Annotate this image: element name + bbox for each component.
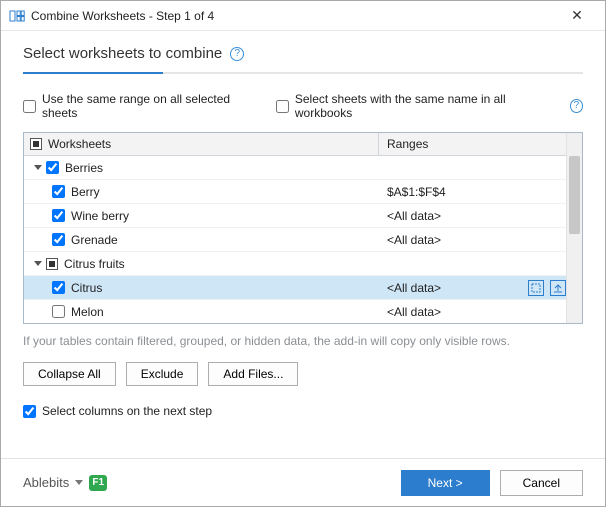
help-icon[interactable]: ? xyxy=(230,47,244,61)
table-body: Worksheets Ranges Berries xyxy=(24,133,566,323)
window-title: Combine Worksheets - Step 1 of 4 xyxy=(31,9,557,23)
worksheets-table: Worksheets Ranges Berries xyxy=(23,132,583,324)
select-columns-option[interactable]: Select columns on the next step xyxy=(23,404,583,418)
sheet-label: Melon xyxy=(71,305,104,319)
range-value: <All data> xyxy=(387,233,441,247)
sheet-label: Berry xyxy=(71,185,100,199)
exclude-button[interactable]: Exclude xyxy=(126,362,199,386)
chevron-down-icon xyxy=(75,480,83,485)
same-range-checkbox[interactable] xyxy=(23,100,36,113)
vertical-scrollbar[interactable] xyxy=(566,133,582,323)
f1-help-icon[interactable]: F1 xyxy=(89,475,107,491)
sheet-checkbox[interactable] xyxy=(52,209,65,222)
chevron-down-icon[interactable] xyxy=(34,165,42,170)
col-worksheets[interactable]: Worksheets xyxy=(24,133,379,155)
footer: Ablebits F1 Next > Cancel xyxy=(1,458,605,506)
tristate-all-icon[interactable] xyxy=(30,138,42,150)
action-buttons: Collapse All Exclude Add Files... xyxy=(23,362,583,386)
group-label: Citrus fruits xyxy=(64,257,125,271)
select-columns-checkbox[interactable] xyxy=(23,405,36,418)
brand-label: Ablebits xyxy=(23,475,69,490)
step-progress xyxy=(23,72,583,74)
same-range-label: Use the same range on all selected sheet… xyxy=(42,92,250,120)
app-icon xyxy=(9,8,25,24)
col-ranges[interactable]: Ranges xyxy=(379,133,566,155)
scrollbar-thumb[interactable] xyxy=(569,156,580,234)
expand-range-icon[interactable] xyxy=(550,280,566,296)
range-value: <All data> xyxy=(387,281,441,295)
col-worksheets-label: Worksheets xyxy=(48,137,111,151)
sheet-row[interactable]: Wine berry <All data> xyxy=(24,204,566,228)
sheet-label: Citrus xyxy=(71,281,102,295)
options-row: Use the same range on all selected sheet… xyxy=(23,92,583,120)
help-icon[interactable]: ? xyxy=(570,99,583,113)
col-ranges-label: Ranges xyxy=(387,137,428,151)
group-checkbox[interactable] xyxy=(46,161,59,174)
collapse-all-button[interactable]: Collapse All xyxy=(23,362,116,386)
hint-text: If your tables contain filtered, grouped… xyxy=(23,334,583,348)
range-value: <All data> xyxy=(387,209,441,223)
same-name-checkbox[interactable] xyxy=(276,100,289,113)
sheet-checkbox[interactable] xyxy=(52,281,65,294)
select-columns-label: Select columns on the next step xyxy=(42,404,212,418)
table-header: Worksheets Ranges xyxy=(24,133,566,156)
sheet-row[interactable]: Berry $A$1:$F$4 xyxy=(24,180,566,204)
group-row[interactable]: Berries xyxy=(24,156,566,180)
sheet-label: Grenade xyxy=(71,233,118,247)
sheet-checkbox[interactable] xyxy=(52,233,65,246)
same-name-label: Select sheets with the same name in all … xyxy=(295,92,544,120)
sheet-row[interactable]: Citrus <All data> xyxy=(24,276,566,300)
brand-menu[interactable]: Ablebits F1 xyxy=(23,475,107,491)
table-rows: Berries Berry $A$1:$F$4 xyxy=(24,156,566,323)
titlebar: Combine Worksheets - Step 1 of 4 ✕ xyxy=(1,1,605,31)
close-button[interactable]: ✕ xyxy=(557,7,597,24)
dialog-window: Combine Worksheets - Step 1 of 4 ✕ Selec… xyxy=(0,0,606,507)
heading-row: Select worksheets to combine ? xyxy=(23,45,583,62)
group-row[interactable]: Citrus fruits xyxy=(24,252,566,276)
sheet-checkbox[interactable] xyxy=(52,305,65,318)
content-area: Select worksheets to combine ? Use the s… xyxy=(1,31,605,458)
sheet-checkbox[interactable] xyxy=(52,185,65,198)
cancel-button[interactable]: Cancel xyxy=(500,470,583,496)
range-value: <All data> xyxy=(387,305,441,319)
sheet-row[interactable]: Melon <All data> xyxy=(24,300,566,323)
option-same-range[interactable]: Use the same range on all selected sheet… xyxy=(23,92,250,120)
range-value: $A$1:$F$4 xyxy=(387,185,446,199)
group-label: Berries xyxy=(65,161,103,175)
select-range-icon[interactable] xyxy=(528,280,544,296)
chevron-down-icon[interactable] xyxy=(34,261,42,266)
tristate-icon[interactable] xyxy=(46,258,58,270)
page-heading: Select worksheets to combine xyxy=(23,45,222,62)
sheet-row[interactable]: Grenade <All data> xyxy=(24,228,566,252)
sheet-label: Wine berry xyxy=(71,209,129,223)
next-button[interactable]: Next > xyxy=(401,470,490,496)
option-same-name[interactable]: Select sheets with the same name in all … xyxy=(276,92,544,120)
add-files-button[interactable]: Add Files... xyxy=(208,362,298,386)
